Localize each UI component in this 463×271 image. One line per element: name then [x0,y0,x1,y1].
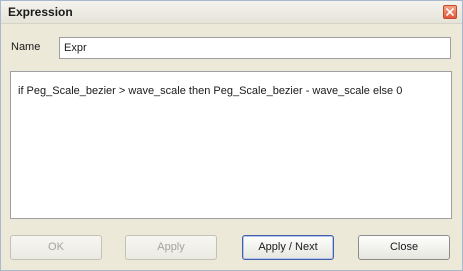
close-button-label: Close [389,241,419,253]
close-button[interactable]: Close [358,235,450,260]
close-window-button[interactable] [443,5,457,19]
apply-button-label: Apply [157,241,185,253]
name-label: Name [11,41,41,53]
apply-next-button-label: Apply / Next [258,241,318,253]
name-row: Name Expr [1,35,462,61]
close-icon [446,8,454,16]
title-bar[interactable]: Expression [1,1,462,24]
apply-next-button[interactable]: Apply / Next [242,235,334,260]
expression-text-area[interactable]: if Peg_Scale_bezier > wave_scale then Pe… [10,71,452,219]
ok-button-label: OK [48,241,64,253]
ok-button[interactable]: OK [10,235,102,260]
name-input[interactable]: Expr [59,37,451,59]
expression-dialog: Expression Name Expr if Peg_Scale_bezier… [0,0,463,271]
apply-button[interactable]: Apply [125,235,217,260]
dialog-title: Expression [8,5,73,19]
